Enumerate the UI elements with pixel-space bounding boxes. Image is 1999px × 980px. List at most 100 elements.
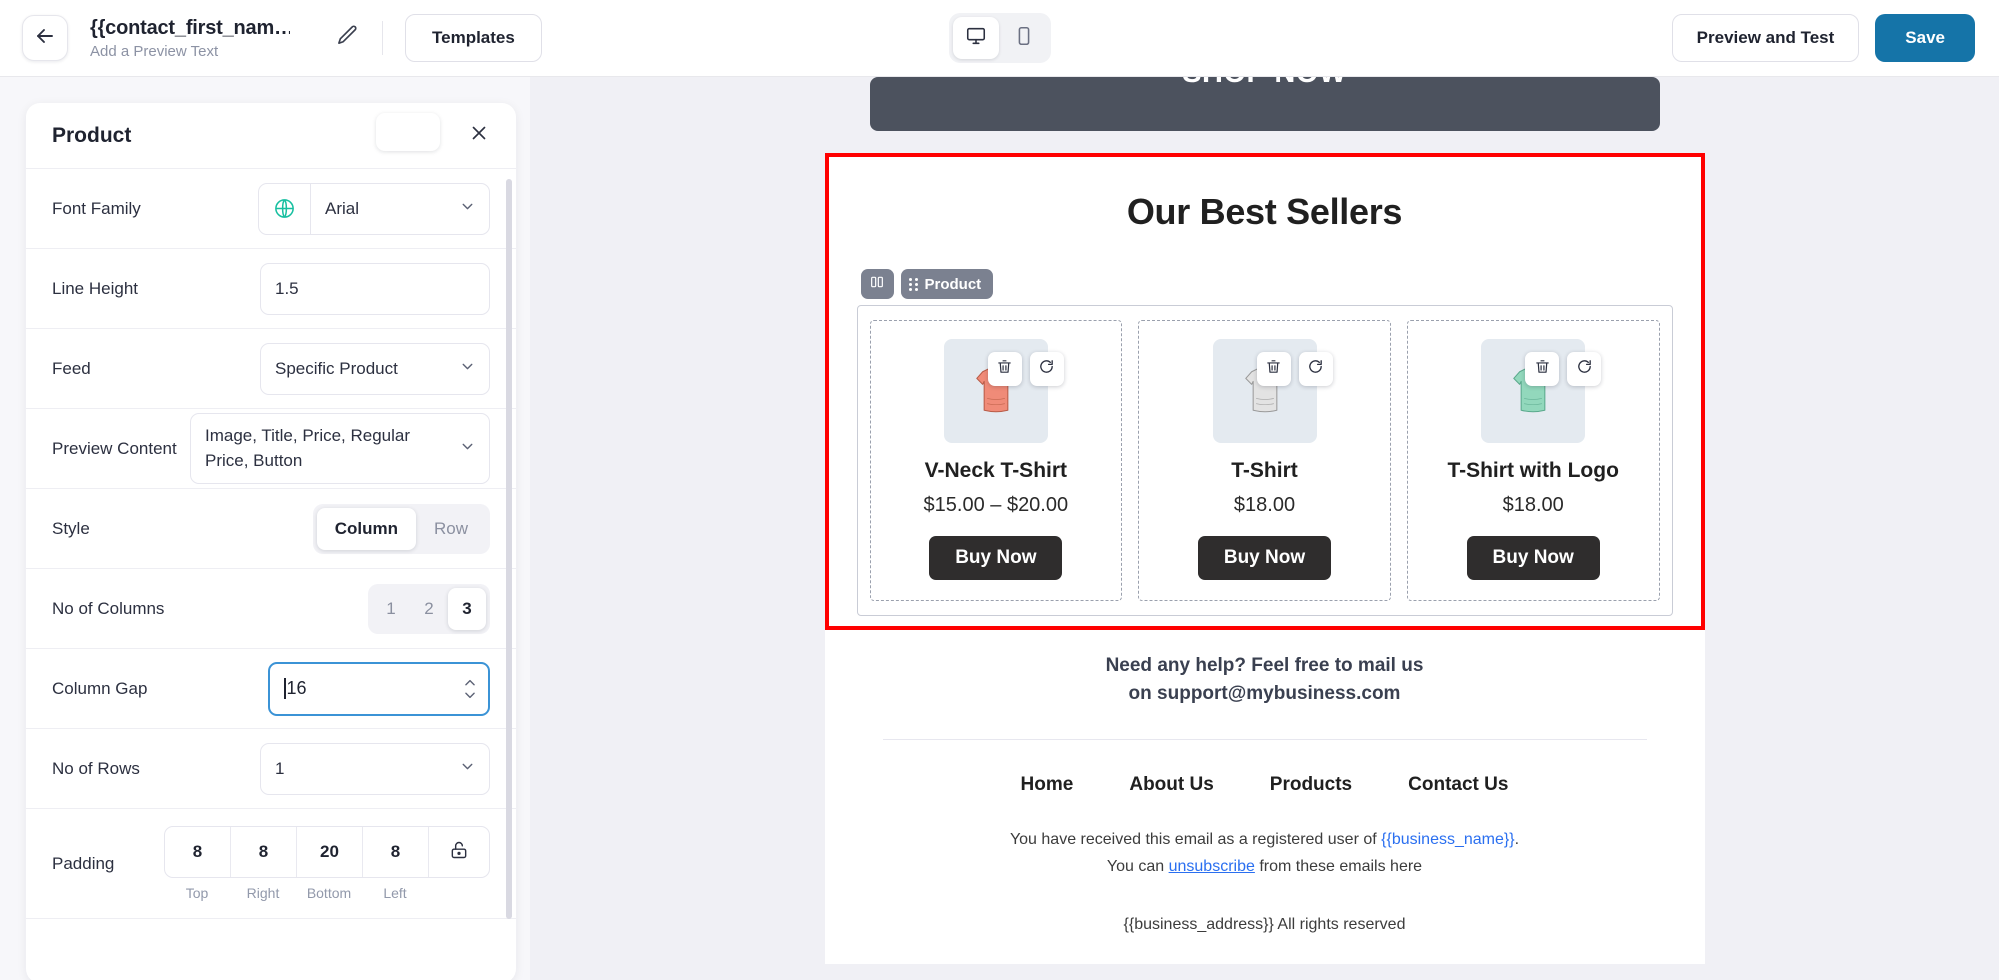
product-price: $18.00	[1233, 494, 1296, 516]
product-card[interactable]: V-Neck T-Shirt $15.00 – $20.00 Buy Now	[869, 320, 1123, 601]
panel-body: Font Family Arial Line Height 1.5 Feed S…	[26, 113, 516, 980]
footer-link-contact-us[interactable]: Contact Us	[1408, 774, 1508, 796]
help-line-2: on support@mybusiness.com	[1128, 682, 1401, 704]
refresh-product-button[interactable]	[1567, 352, 1602, 386]
refresh-icon	[1038, 358, 1055, 380]
line-height-input[interactable]: 1.5	[260, 262, 490, 315]
preview-text[interactable]: Add a Preview Text	[90, 43, 290, 60]
block-badge[interactable]: Product	[900, 269, 994, 299]
footer-link-about-us[interactable]: About Us	[1129, 774, 1213, 796]
padding-inputs: 8 8 20 8	[164, 826, 490, 878]
trash-icon	[996, 358, 1013, 380]
preview-and-test-button[interactable]: Preview and Test	[1671, 14, 1860, 62]
footer-nav: Home About Us Products Contact Us	[825, 740, 1705, 796]
no-of-rows-select[interactable]: 1	[260, 742, 490, 795]
stepper-arrows[interactable]	[463, 678, 477, 699]
scrolled-row-partial	[26, 113, 516, 169]
scrolled-control-partial[interactable]	[376, 113, 440, 151]
padding-group: 8 8 20 8 Top Right Bottom Left	[164, 826, 490, 901]
style-option-row[interactable]: Row	[416, 508, 486, 550]
legal-post: .	[1514, 831, 1520, 849]
image-actions	[1525, 352, 1602, 386]
style-toggle-group: Column Row	[312, 503, 490, 554]
selected-product-block[interactable]: Our Best Sellers Product V-Neck T-Shirt …	[824, 153, 1705, 630]
refresh-product-button[interactable]	[1029, 352, 1064, 386]
padding-label-right: Right	[246, 885, 280, 901]
email-body: SHOP NOW Our Best Sellers Product	[824, 77, 1705, 965]
image-actions	[1256, 352, 1333, 386]
delete-product-button[interactable]	[1256, 352, 1291, 386]
footer-link-products[interactable]: Products	[1270, 774, 1352, 796]
block-columns-button[interactable]	[860, 269, 894, 299]
toolbar-divider	[382, 21, 383, 55]
product-price: $15.00 – $20.00	[923, 494, 1069, 516]
pencil-icon	[336, 24, 359, 52]
columns-option-3[interactable]: 3	[448, 587, 486, 630]
desktop-icon	[965, 25, 987, 52]
refresh-icon	[1307, 358, 1324, 380]
chevron-down-icon	[459, 438, 476, 460]
image-actions	[987, 352, 1064, 386]
left-panel-region: Product Font Family Arial Line Height 1.…	[0, 77, 530, 980]
legal-pre: You have received this email as a regist…	[1009, 831, 1382, 849]
padding-top-input[interactable]: 8	[165, 827, 231, 877]
row-label-column-gap: Column Gap	[52, 678, 148, 698]
mobile-view-button[interactable]	[1001, 17, 1047, 59]
shop-now-button[interactable]: SHOP NOW	[869, 77, 1660, 131]
style-option-column[interactable]: Column	[316, 507, 416, 550]
preview-content-value: Image, Title, Price, Regular Price, Butt…	[205, 425, 411, 470]
unsub-post: from these emails here	[1254, 858, 1423, 876]
device-preview-toggle	[948, 13, 1051, 63]
back-button[interactable]	[22, 15, 68, 61]
trash-icon	[1534, 358, 1551, 380]
drag-handle-icon[interactable]	[908, 277, 918, 291]
row-no-of-rows: No of Rows 1	[26, 729, 516, 809]
row-line-height: Line Height 1.5	[26, 249, 516, 329]
desktop-view-button[interactable]	[952, 17, 999, 59]
chevron-down-icon	[459, 358, 476, 380]
feed-select[interactable]: Specific Product	[260, 342, 490, 395]
product-buy-button[interactable]: Buy Now	[1466, 536, 1600, 580]
feed-value: Specific Product	[275, 358, 398, 378]
delete-product-button[interactable]	[1525, 352, 1560, 386]
column-gap-stepper[interactable]: 16	[268, 661, 490, 716]
panel-scrollbar[interactable]	[506, 179, 512, 919]
row-label-no-of-rows: No of Rows	[52, 758, 140, 778]
product-card[interactable]: T-Shirt with Logo $18.00 Buy Now	[1406, 320, 1660, 601]
email-subject: {{contact_first_nam…	[90, 16, 290, 39]
topbar-actions: Preview and Test Save	[1671, 14, 1975, 62]
product-buy-button[interactable]: Buy Now	[929, 536, 1063, 580]
padding-label-bottom: Bottom	[306, 885, 352, 901]
legal-registered-user-line: You have received this email as a regist…	[865, 826, 1665, 853]
row-preview-content: Preview Content Image, Title, Price, Reg…	[26, 409, 516, 489]
refresh-product-button[interactable]	[1298, 352, 1333, 386]
merge-tag-business-name[interactable]: {{business_name}}	[1381, 831, 1514, 848]
templates-button[interactable]: Templates	[405, 14, 542, 62]
font-family-select[interactable]: Arial	[258, 182, 490, 235]
columns-toggle-group: 1 2 3	[368, 583, 490, 634]
save-button[interactable]: Save	[1875, 14, 1975, 62]
help-text: Need any help? Feel free to mail us on s…	[825, 630, 1705, 713]
padding-right-input[interactable]: 8	[231, 827, 297, 877]
product-card[interactable]: T-Shirt $18.00 Buy Now	[1138, 320, 1391, 601]
padding-bottom-input[interactable]: 20	[297, 827, 363, 877]
padding-left-input[interactable]: 8	[363, 827, 429, 877]
row-padding: Padding 8 8 20 8 Top Right Bottom Left	[26, 809, 516, 919]
product-settings-panel: Product Font Family Arial Line Height 1.…	[26, 103, 516, 980]
row-label-font-family: Font Family	[52, 198, 141, 218]
row-label-line-height: Line Height	[52, 278, 139, 298]
columns-option-1[interactable]: 1	[372, 588, 410, 630]
row-label-padding: Padding	[52, 853, 115, 873]
copyright-text: {{business_address}} All rights reserved	[1123, 916, 1406, 934]
arrow-left-icon	[33, 24, 57, 53]
padding-lock-button[interactable]	[429, 827, 489, 877]
unsubscribe-link[interactable]: unsubscribe	[1169, 858, 1255, 875]
help-line-1: Need any help? Feel free to mail us	[1105, 655, 1424, 676]
columns-option-2[interactable]: 2	[410, 588, 448, 630]
edit-subject-button[interactable]	[330, 21, 364, 55]
footer-link-home[interactable]: Home	[1021, 774, 1074, 796]
delete-product-button[interactable]	[987, 352, 1022, 386]
font-family-value: Arial	[325, 198, 360, 218]
product-buy-button[interactable]: Buy Now	[1197, 536, 1332, 580]
preview-content-select[interactable]: Image, Title, Price, Regular Price, Butt…	[190, 412, 490, 485]
